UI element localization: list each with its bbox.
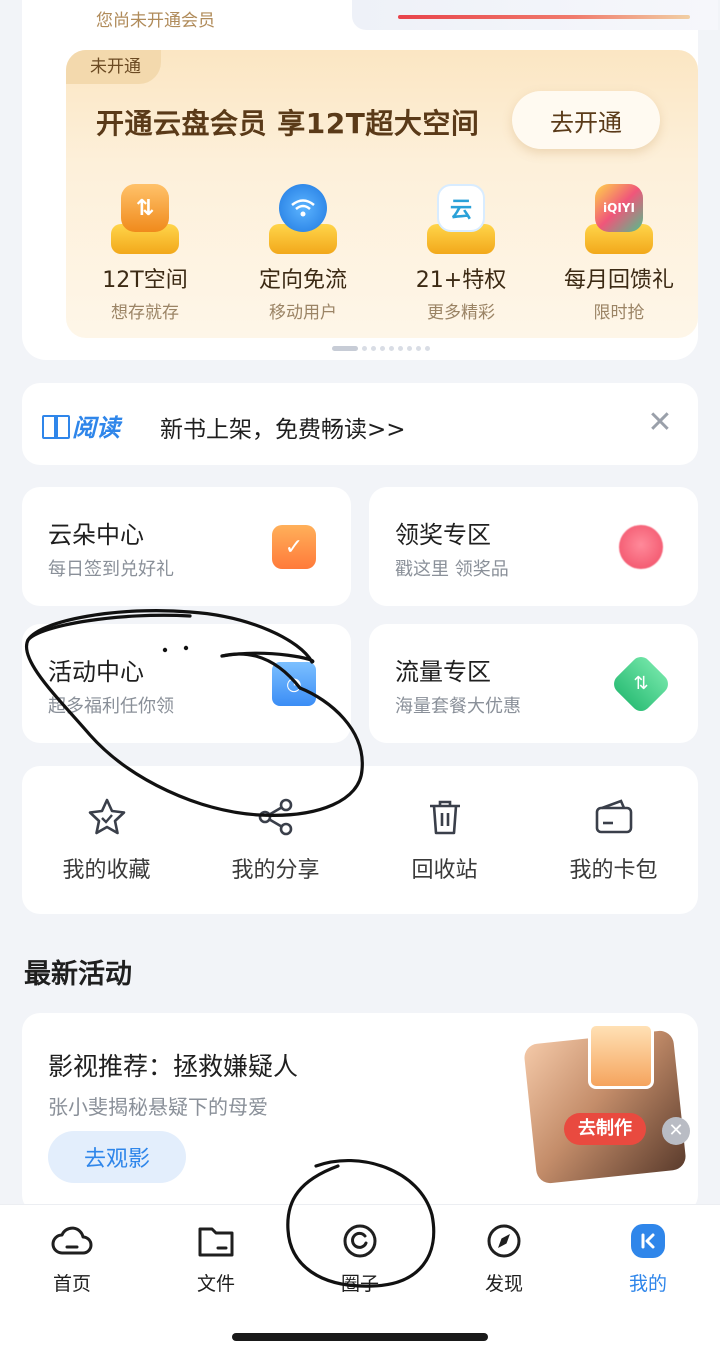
membership-panel: 您尚未开通会员 未开通 开通云盘会员 享12T超大空间 去开通 ⇅ 12T空间 … (22, 0, 718, 360)
wifi-icon (267, 184, 339, 254)
open-membership-button[interactable]: 去开通 (512, 91, 660, 149)
vip-perks: ⇅ 12T空间 想存就存 定向免流 移动用户 云 21+特权 更多精彩 iQIY… (66, 180, 698, 330)
book-icon (42, 414, 70, 439)
perk-title: 每月回馈礼 (563, 268, 674, 293)
perk-privileges[interactable]: 云 21+特权 更多精彩 (382, 180, 540, 330)
circle-icon (343, 1224, 377, 1258)
tile-subtitle: 每日签到兑好礼 (48, 559, 174, 580)
tile-cloud-center[interactable]: 云朵中心 每日签到兑好礼 ✓ (22, 487, 351, 606)
favorites-button[interactable]: 我的收藏 (22, 766, 191, 914)
gift-icon (619, 525, 663, 569)
cloud-logo-icon: 云 (425, 184, 497, 254)
membership-status: 您尚未开通会员 (96, 11, 215, 31)
profile-icon (631, 1224, 665, 1258)
shares-button[interactable]: 我的分享 (191, 766, 360, 914)
tile-data-zone[interactable]: 流量专区 海量套餐大优惠 ⇅ (369, 624, 698, 743)
nav-label: 首页 (52, 1273, 91, 1295)
perk-subtitle: 想存就存 (111, 303, 179, 323)
carousel-indicator (332, 346, 430, 351)
vip-card[interactable]: 未开通 开通云盘会员 享12T超大空间 去开通 ⇅ 12T空间 想存就存 定向免… (66, 50, 698, 338)
level-progress (352, 0, 718, 30)
perk-monthly-gift[interactable]: iQIYI 每月回馈礼 限时抢 (540, 180, 698, 330)
compass-icon (487, 1224, 521, 1258)
vip-headline: 开通云盘会员 享12T超大空间 (96, 107, 480, 140)
reading-banner-text: 新书上架，免费畅读>> (160, 417, 406, 443)
perk-title: 12T空间 (102, 268, 188, 293)
perk-subtitle: 更多精彩 (427, 303, 495, 323)
promo-title: 影视推荐：拯救嫌疑人 (48, 1052, 299, 1081)
tile-prize-zone[interactable]: 领奖专区 戳这里 领奖品 (369, 487, 698, 606)
partner-gift-icon: iQIYI (583, 184, 655, 254)
quick-actions: 我的收藏 我的分享 回收站 我的卡包 (22, 766, 698, 914)
close-icon[interactable]: ✕ (662, 1117, 690, 1145)
storage-box-icon: ⇅ (109, 184, 181, 254)
data-flow-icon: ⇅ (609, 652, 673, 716)
promo-artwork[interactable]: 去制作 (522, 1013, 698, 1189)
nav-home[interactable]: 首页 (0, 1205, 144, 1358)
perk-title: 21+特权 (415, 268, 507, 293)
tile-subtitle: 超多福利任你领 (48, 696, 174, 717)
home-indicator (232, 1333, 488, 1341)
reading-logo: 阅读 (42, 408, 120, 443)
card-wallet-button[interactable]: 我的卡包 (529, 766, 698, 914)
tile-title: 活动中心 (48, 658, 144, 686)
perk-free-data[interactable]: 定向免流 移动用户 (224, 180, 382, 330)
nav-label: 圈子 (340, 1273, 379, 1295)
portrait-photo (588, 1023, 654, 1089)
perk-subtitle: 移动用户 (269, 303, 337, 323)
perk-storage[interactable]: ⇅ 12T空间 想存就存 (66, 180, 224, 330)
favorites-label: 我的收藏 (62, 858, 151, 883)
card-wallet-label: 我的卡包 (569, 858, 658, 883)
perk-subtitle: 限时抢 (593, 303, 645, 323)
tile-subtitle: 海量套餐大优惠 (395, 696, 521, 717)
shares-label: 我的分享 (231, 858, 320, 883)
calendar-check-icon: ✓ (272, 525, 316, 569)
tile-title: 领奖专区 (395, 521, 491, 549)
nav-label: 我的 (628, 1273, 667, 1295)
tile-activity-center[interactable]: 活动中心 超多福利任你领 ◔ (22, 624, 351, 743)
cloud-home-icon (51, 1226, 93, 1255)
make-button[interactable]: 去制作 (564, 1113, 646, 1145)
close-icon[interactable]: ✕ (642, 405, 678, 441)
recycle-bin-button[interactable]: 回收站 (360, 766, 529, 914)
nav-label: 文件 (196, 1273, 235, 1295)
promo-card[interactable]: 影视推荐：拯救嫌疑人 张小斐揭秘悬疑下的母爱 去观影 去制作 (22, 1013, 698, 1213)
reading-banner[interactable]: 阅读 新书上架，免费畅读>> ✕ (22, 383, 698, 465)
recycle-bin-label: 回收站 (411, 858, 478, 883)
star-icon (88, 798, 125, 835)
vip-status-tag: 未开通 (66, 50, 161, 84)
latest-section-title: 最新活动 (24, 959, 132, 990)
nav-mine[interactable]: 我的 (576, 1205, 720, 1358)
tile-title: 流量专区 (395, 658, 491, 686)
perk-title: 定向免流 (258, 268, 347, 293)
promo-subtitle: 张小斐揭秘悬疑下的母爱 (48, 1095, 268, 1119)
tile-subtitle: 戳这里 领奖品 (395, 559, 509, 580)
folder-clock-icon: ◔ (272, 662, 316, 706)
nav-label: 发现 (484, 1273, 523, 1295)
trash-icon (429, 800, 460, 835)
tile-title: 云朵中心 (48, 521, 144, 549)
card-wallet-icon (595, 799, 632, 834)
share-icon (258, 798, 292, 836)
watch-button[interactable]: 去观影 (48, 1131, 186, 1183)
folder-icon (198, 1227, 234, 1257)
